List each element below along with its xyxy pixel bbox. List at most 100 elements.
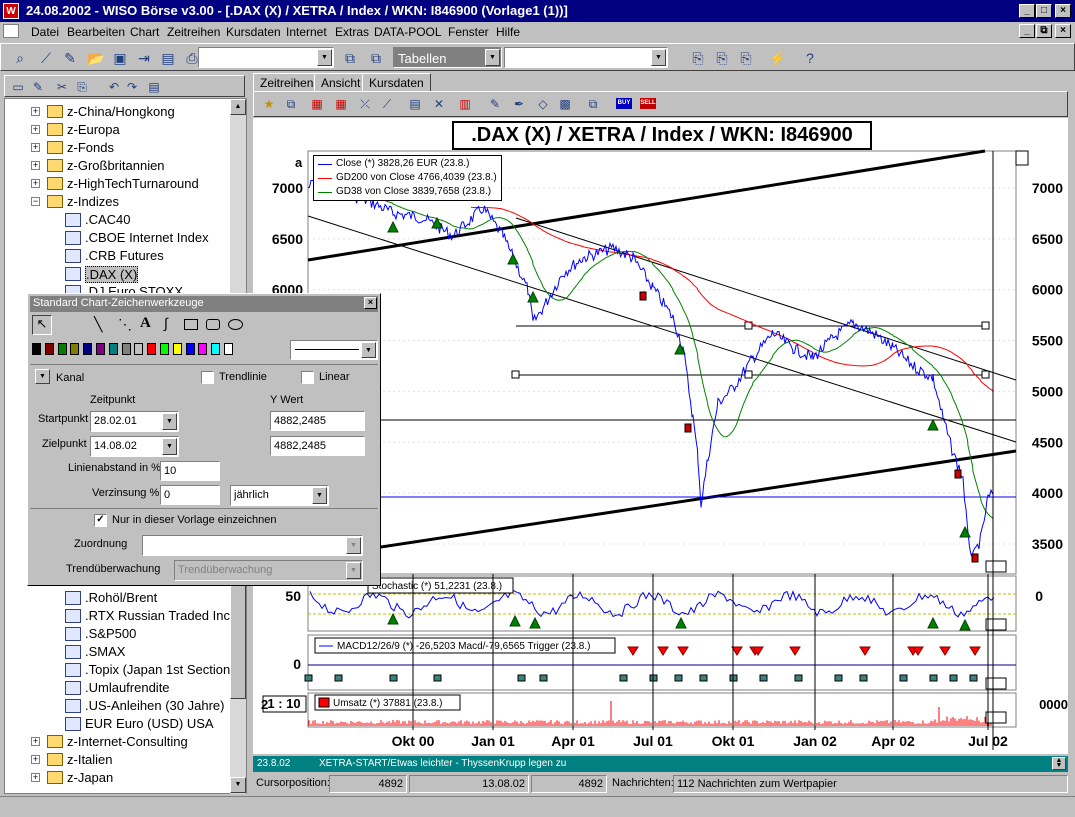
freehand-tool-icon[interactable]: ∫ <box>164 315 168 331</box>
save-icon[interactable]: ▣ <box>109 47 131 69</box>
tree-item[interactable]: .Rohöl/Brent <box>5 589 245 607</box>
zielpunkt-date-combo[interactable]: 14.08.02 ▼ <box>90 436 179 457</box>
child-minimize-button[interactable]: _ <box>1019 24 1035 38</box>
text-tool-icon[interactable]: A <box>140 315 151 332</box>
properties-icon[interactable]: ▤ <box>143 76 165 98</box>
news-icon[interactable]: ⎘ <box>687 47 709 69</box>
tab-ansicht[interactable]: Ansicht <box>314 73 368 91</box>
tree-folder[interactable]: + z-Fonds <box>5 139 245 157</box>
linear-checkbox[interactable] <box>301 371 314 384</box>
menu-extras[interactable]: Extras <box>335 25 369 39</box>
color-swatch[interactable] <box>224 343 233 355</box>
scroll-down-button[interactable]: ▼ <box>230 777 246 793</box>
expand-toggle-icon[interactable]: + <box>31 755 40 764</box>
startpunkt-date-combo[interactable]: 28.02.01 ▼ <box>90 411 179 432</box>
menu-kursdaten[interactable]: Kursdaten <box>226 25 281 39</box>
tree-folder[interactable]: + z-HighTechTurnaround <box>5 175 245 193</box>
tree-item[interactable]: .Topix (Japan 1st Section <box>5 661 245 679</box>
lightning-icon[interactable]: ⚡ <box>767 47 789 69</box>
dialog-close-button[interactable]: × <box>364 297 377 309</box>
nachrichten-text[interactable]: 112 Nachrichten zum Wertpapier <box>673 775 1068 793</box>
tree-item[interactable]: .CRB Futures <box>5 247 245 265</box>
menu-datei[interactable]: Datei <box>31 25 59 39</box>
tree-item[interactable]: .US-Anleihen (30 Jahre) <box>5 697 245 715</box>
color-swatch[interactable] <box>57 343 67 355</box>
type-dropdown-button[interactable]: ▼ <box>35 369 50 384</box>
help-icon[interactable]: ? <box>799 47 821 69</box>
expand-toggle-icon[interactable]: − <box>31 197 40 206</box>
tree-item[interactable]: .RTX Russian Traded Inc <box>5 607 245 625</box>
bar-chart-icon[interactable]: ▥ <box>454 93 476 115</box>
menu-hilfe[interactable]: Hilfe <box>496 25 520 39</box>
news-ticker[interactable]: 23.8.02 XETRA-START/Etwas leichter - Thy… <box>253 756 1068 772</box>
expand-toggle-icon[interactable]: + <box>31 107 40 116</box>
menu-internet[interactable]: Internet <box>286 25 327 39</box>
menu-zeitreihen[interactable]: Zeitreihen <box>167 25 220 39</box>
indicator-icon[interactable]: ▦ <box>306 93 328 115</box>
window-icon[interactable]: ⧉ <box>339 47 361 69</box>
symbol-combo[interactable]: ▼ <box>198 47 334 68</box>
trendlinie-checkbox[interactable] <box>201 371 214 384</box>
rounded-rect-tool-icon[interactable] <box>206 319 220 330</box>
verzinsung-field[interactable]: 0 <box>160 485 220 505</box>
child-close-button[interactable]: × <box>1055 24 1071 38</box>
eraser-icon[interactable]: ◇ <box>532 93 554 115</box>
color-swatch[interactable] <box>185 343 195 355</box>
zuordnung-combo[interactable]: ▼ <box>142 535 363 556</box>
expand-toggle-icon[interactable]: + <box>31 161 40 170</box>
print-preview-icon[interactable]: ▤ <box>157 47 179 69</box>
menu-bearbeiten[interactable]: Bearbeiten <box>67 25 125 39</box>
rectangle-tool-icon[interactable] <box>184 319 198 330</box>
color-swatch[interactable] <box>44 343 54 355</box>
cross-icon[interactable]: ✕ <box>428 93 450 115</box>
trend-combo[interactable]: Trendüberwachung ▼ <box>174 560 363 581</box>
linienabstand-field[interactable]: 10 <box>160 461 220 481</box>
chart-icon[interactable]: ⟋ <box>35 47 57 69</box>
tree-folder[interactable]: + z-Europa <box>5 121 245 139</box>
minimize-button[interactable]: _ <box>1019 4 1035 18</box>
open-folder-icon[interactable]: 📂 <box>85 47 107 69</box>
maximize-button[interactable]: □ <box>1036 4 1052 18</box>
tree-folder[interactable]: − z-Indizes <box>5 193 245 211</box>
tree-folder[interactable]: + z-Großbritannien <box>5 157 245 175</box>
news-text[interactable]: XETRA-START/Etwas leichter - ThyssenKrup… <box>319 758 566 769</box>
tree-folder[interactable]: + z-China/Hongkong <box>5 103 245 121</box>
tools-icon[interactable]: ✎ <box>59 47 81 69</box>
line-icon[interactable]: ⟋ <box>376 93 398 115</box>
color-swatch[interactable] <box>198 343 208 355</box>
scroll-up-button[interactable]: ▲ <box>230 99 246 115</box>
tool-icon[interactable]: ✎ <box>484 93 506 115</box>
pen-icon[interactable]: ✒ <box>508 93 530 115</box>
copy-chart-icon[interactable]: ⧉ <box>280 93 302 115</box>
tree-item[interactable]: .S&P500 <box>5 625 245 643</box>
color-swatch[interactable] <box>134 343 144 355</box>
zielpunkt-value-field[interactable]: 4882,2485 <box>270 436 365 456</box>
expand-toggle-icon[interactable]: + <box>31 143 40 152</box>
window-layout-icon[interactable]: ⧉ <box>582 93 604 115</box>
color-swatch[interactable] <box>32 343 41 355</box>
sell-icon[interactable]: SELL <box>640 98 656 109</box>
news-3-icon[interactable]: ⎘ <box>735 47 757 69</box>
window-2-icon[interactable]: ⧉ <box>365 47 387 69</box>
close-button[interactable]: × <box>1055 4 1071 18</box>
tree-item[interactable]: .CAC40 <box>5 211 245 229</box>
pointer-tool-icon[interactable]: ↖ <box>32 315 52 335</box>
view-combo[interactable]: ▼ <box>504 47 668 68</box>
line-style-combo[interactable]: ▼ <box>290 340 378 360</box>
tab-zeitreihen[interactable]: Zeitreihen <box>253 73 321 91</box>
tree-item[interactable]: .DAX (X) <box>5 265 245 283</box>
tree-folder[interactable]: + z-Internet-Consulting <box>5 733 245 751</box>
startpunkt-value-field[interactable]: 4882,2485 <box>270 411 365 431</box>
grid-icon[interactable]: ▤ <box>404 93 426 115</box>
tab-kursdaten[interactable]: Kursdaten <box>362 73 431 91</box>
color-swatch[interactable] <box>121 343 131 355</box>
edit-icon[interactable]: ✎ <box>27 76 49 98</box>
tree-item[interactable]: .CBOE Internet Index <box>5 229 245 247</box>
indicator-2-icon[interactable]: ▦ <box>330 93 352 115</box>
color-swatch[interactable] <box>83 343 93 355</box>
ellipse-tool-icon[interactable] <box>228 319 243 330</box>
color-swatch[interactable] <box>147 343 157 355</box>
child-restore-button[interactable]: ⧉ <box>1036 24 1052 38</box>
news-2-icon[interactable]: ⎘ <box>711 47 733 69</box>
tree-folder[interactable]: + z-Italien <box>5 751 245 769</box>
